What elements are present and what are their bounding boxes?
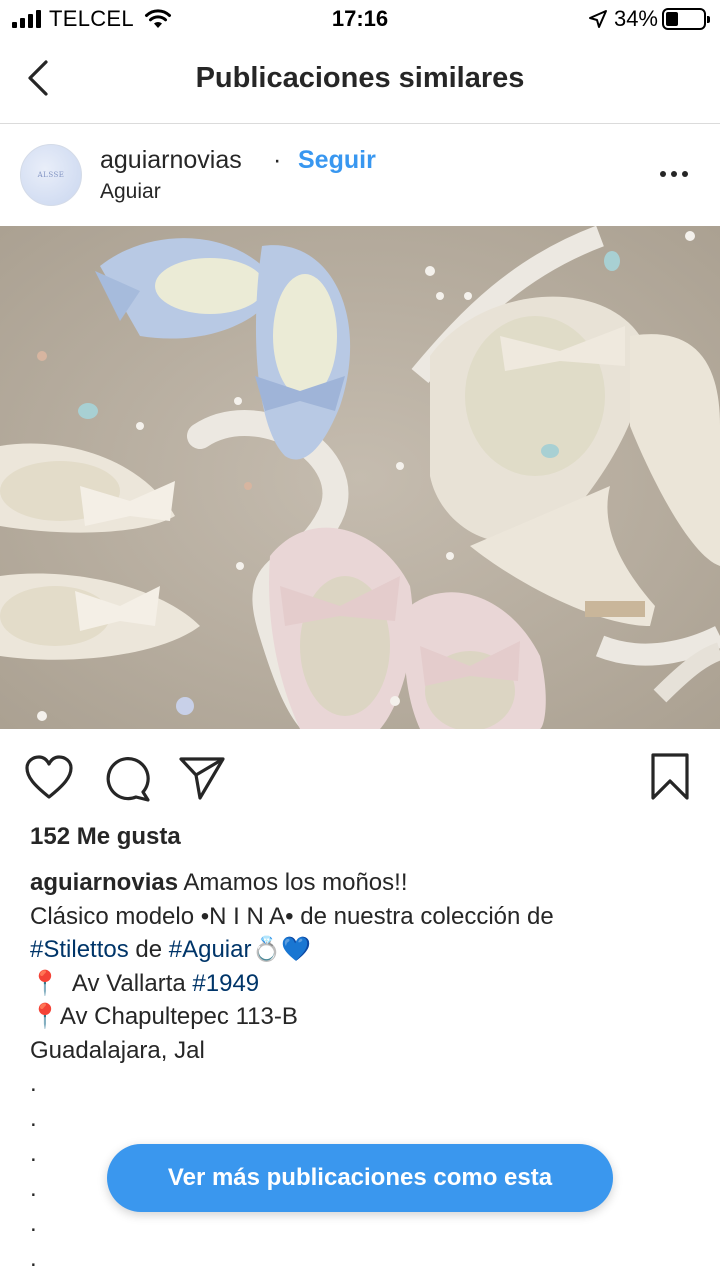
caption-line-1: aguiarnovias Amamos los moños!! — [30, 866, 690, 900]
pin-emoji: 📍 — [30, 969, 60, 997]
post-actions — [0, 729, 720, 825]
ring-heart-emoji: 💍💙 — [251, 936, 312, 963]
see-more-posts-button[interactable]: Ver más publicaciones como esta — [107, 1144, 613, 1212]
hashtag-stilettos[interactable]: #Stilettos — [30, 936, 129, 963]
bridal-shoes-photo — [0, 226, 720, 729]
avatar-logo-text: ALSSE — [37, 171, 65, 179]
caption-line-2: Clásico modelo •N I N A• de nuestra cole… — [30, 902, 554, 930]
caption-address-1: Av Vallarta — [59, 969, 193, 997]
caption-line-3: #Stilettos de #Aguiar💍💙 — [30, 933, 690, 967]
caption-dot: . — [30, 1245, 37, 1272]
caption-dot: . — [30, 1210, 37, 1237]
caption-dot: . — [30, 1105, 37, 1132]
location-arrow-icon — [588, 10, 607, 28]
page-title: Publicaciones similares — [195, 62, 525, 94]
avatar[interactable]: ALSSE — [20, 144, 82, 206]
post-header: ALSSE aguiarnovias · Seguir Aguiar — [0, 124, 720, 226]
likes-count[interactable]: 152 Me gusta — [30, 823, 181, 851]
hashtag-aguiar[interactable]: #Aguiar — [169, 936, 252, 963]
caption-text-1: Amamos los moños!! — [183, 869, 408, 896]
navigation-header: Publicaciones similares — [0, 40, 720, 124]
caption-username[interactable]: aguiarnovias — [30, 869, 178, 896]
caption-line-6: Guadalajara, Jal — [30, 1036, 205, 1064]
caption-text-3: de — [128, 936, 169, 963]
battery-percentage: 34% — [613, 6, 658, 31]
like-heart-icon[interactable] — [24, 755, 74, 801]
pin-emoji: 📍 — [30, 1003, 60, 1030]
caption-address-2: Av Chapultepec 113-B — [59, 1003, 298, 1030]
hashtag-1949[interactable]: #1949 — [192, 970, 259, 997]
share-paper-plane-icon[interactable] — [178, 755, 226, 801]
caption-line-4: 📍 Av Vallarta #1949 — [30, 967, 690, 1001]
post-username[interactable]: aguiarnovias — [100, 146, 242, 175]
battery-icon — [662, 8, 710, 30]
post-image[interactable] — [0, 226, 720, 729]
post-location[interactable]: Aguiar — [100, 180, 161, 204]
caption-line-5: 📍Av Chapultepec 113-B — [30, 1000, 690, 1034]
caption-dot: . — [30, 1070, 37, 1097]
post-caption: aguiarnovias Amamos los moños!! Clásico … — [30, 866, 690, 1277]
follow-button[interactable]: Seguir — [298, 146, 376, 175]
status-bar-right: 34% — [588, 6, 710, 32]
comment-bubble-icon[interactable] — [103, 754, 151, 802]
more-options-icon[interactable] — [660, 162, 694, 186]
battery-level-fill — [666, 12, 679, 26]
separator-dot: · — [273, 146, 282, 174]
status-bar: TELCEL 17:16 34% — [0, 0, 720, 40]
save-bookmark-icon[interactable] — [650, 753, 690, 801]
